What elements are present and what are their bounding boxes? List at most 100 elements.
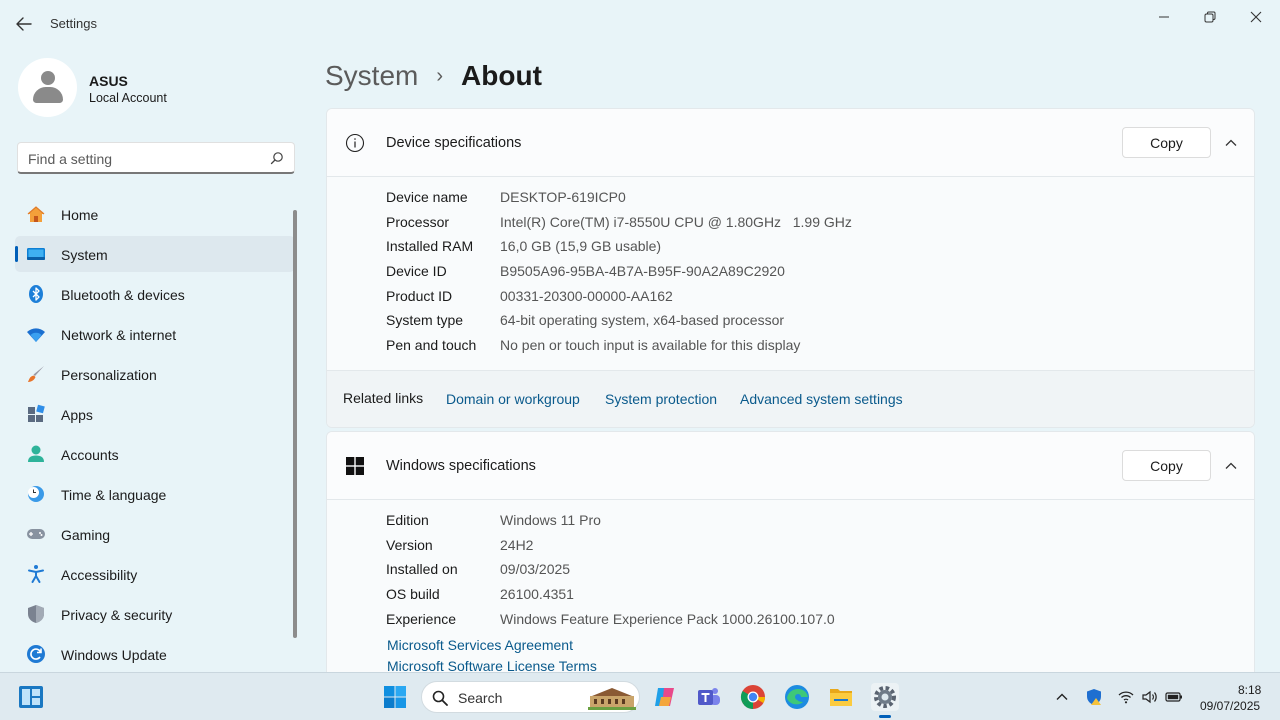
volume-icon[interactable] (1141, 688, 1159, 706)
sidebar-item-privacy[interactable]: Privacy & security (15, 596, 295, 632)
system-protection-link[interactable]: System protection (605, 391, 717, 407)
battery-icon[interactable] (1165, 688, 1183, 706)
bluetooth-icon (29, 285, 43, 303)
windows-specs-card: Windows specifications Copy Edition Wind… (326, 431, 1255, 673)
clock-globe-icon (28, 486, 44, 502)
advanced-system-settings-link[interactable]: Advanced system settings (740, 391, 903, 407)
sidebar-item-label: Personalization (61, 367, 157, 383)
accounts-icon (28, 445, 44, 462)
microsoft-license-terms-link[interactable]: Microsoft Software License Terms (387, 658, 597, 673)
spec-label: Installed on (386, 561, 458, 577)
settings-icon[interactable] (871, 683, 899, 718)
shield-icon (28, 605, 44, 623)
sidebar-item-personalization[interactable]: Personalization (15, 356, 295, 392)
sidebar-item-accounts[interactable]: Accounts (15, 436, 295, 472)
apps-icon (28, 404, 45, 422)
breadcrumb: System › About (325, 56, 542, 96)
sidebar-item-network[interactable]: Network & internet (15, 316, 295, 352)
chevron-up-icon[interactable] (1223, 458, 1239, 474)
taskbar: Search 8:18 09/07/2025 (0, 672, 1280, 720)
spec-label: Device name (386, 189, 468, 205)
microsoft-services-agreement-link[interactable]: Microsoft Services Agreement (387, 637, 573, 653)
device-specs-header[interactable]: Device specifications Copy (327, 109, 1254, 177)
chevron-up-icon[interactable] (1223, 135, 1239, 151)
widgets-icon[interactable] (18, 685, 44, 709)
spec-label: Experience (386, 611, 457, 627)
close-button[interactable] (1236, 6, 1276, 28)
home-icon (27, 206, 45, 222)
spec-value: 24H2 (500, 537, 534, 553)
spec-label: Device ID (386, 263, 447, 279)
back-arrow-icon[interactable] (12, 10, 36, 38)
windows-specs-header[interactable]: Windows specifications Copy (327, 432, 1254, 500)
search-icon (432, 690, 448, 706)
sidebar-item-label: System (61, 247, 108, 263)
sidebar-item-label: Accounts (61, 447, 119, 463)
sidebar-item-time-language[interactable]: Time & language (15, 476, 295, 512)
restore-button[interactable] (1190, 6, 1230, 28)
sidebar-item-label: Gaming (61, 527, 111, 543)
wifi-icon (27, 328, 45, 342)
sidebar-item-accessibility[interactable]: Accessibility (15, 556, 295, 592)
file-explorer-icon[interactable] (827, 683, 855, 711)
clock-date[interactable]: 09/07/2025 (1200, 699, 1260, 713)
breadcrumb-parent[interactable]: System (325, 60, 418, 92)
clock-time[interactable]: 8:18 (1238, 683, 1261, 697)
spec-value: 26100.4351 (500, 586, 574, 602)
chevron-up-icon[interactable] (1053, 688, 1071, 706)
breadcrumb-chevron-icon: › (436, 64, 444, 87)
user-icon (32, 70, 63, 105)
brush-icon (28, 366, 44, 382)
sidebar-item-apps[interactable]: Apps (15, 396, 295, 432)
sidebar-item-gaming[interactable]: Gaming (15, 516, 295, 552)
spec-label: Version (386, 537, 433, 553)
sidebar-item-home[interactable]: Home (15, 196, 295, 232)
sidebar-item-label: Time & language (61, 487, 167, 503)
sidebar-item-windows-update[interactable]: Windows Update (15, 636, 295, 672)
sidebar-item-bluetooth[interactable]: Bluetooth & devices (15, 276, 295, 312)
minimize-button[interactable] (1144, 6, 1184, 28)
info-icon (345, 133, 365, 153)
teams-icon[interactable] (695, 683, 723, 711)
windows-specs-copy-button[interactable]: Copy (1122, 450, 1211, 481)
search-highlight-image (588, 688, 636, 710)
sidebar-item-label: Accessibility (61, 567, 138, 583)
sidebar-item-system[interactable]: System (15, 236, 295, 272)
spec-label: Pen and touch (386, 337, 477, 353)
device-specs-card: Device specifications Copy Device name D… (326, 108, 1255, 428)
spec-label: Installed RAM (386, 238, 474, 254)
taskbar-search-label: Search (458, 690, 503, 706)
spec-value: 00331-20300-00000-AA162 (500, 288, 673, 304)
spec-label: System type (386, 312, 464, 328)
spec-value: 16,0 GB (15,9 GB usable) (500, 238, 662, 254)
sidebar-item-label: Apps (61, 407, 93, 423)
wifi-icon[interactable] (1117, 688, 1135, 706)
windows-specs-title: Windows specifications (386, 458, 536, 474)
sidebar-nav: Home System Bluetooth & devices Network … (15, 196, 295, 676)
search-placeholder: Find a setting (28, 151, 113, 167)
taskbar-search-box[interactable]: Search (421, 681, 640, 713)
related-links-title: Related links (343, 390, 424, 406)
spec-value: Intel(R) Core(TM) i7-8550U CPU @ 1.80GHz… (500, 214, 852, 230)
windows-logo-icon (346, 457, 364, 475)
edge-icon[interactable] (783, 683, 811, 711)
copilot-icon[interactable] (651, 683, 679, 711)
spec-value: B9505A96-95BA-4B7A-B95F-90A2A89C2920 (500, 263, 785, 279)
related-links-bar: Related links Domain or workgroup System… (327, 370, 1254, 427)
spec-label: Edition (386, 512, 429, 528)
update-icon (27, 645, 45, 663)
spec-value: Windows 11 Pro (500, 512, 601, 528)
sidebar-item-label: Home (61, 207, 99, 223)
search-input[interactable]: Find a setting (17, 142, 295, 174)
start-icon[interactable] (383, 685, 407, 709)
sidebar-scrollbar[interactable] (293, 210, 297, 638)
chrome-icon[interactable] (739, 683, 767, 711)
spec-label: Processor (386, 214, 450, 230)
domain-workgroup-link[interactable]: Domain or workgroup (446, 391, 580, 407)
gamepad-icon (27, 529, 45, 539)
device-specs-copy-button[interactable]: Copy (1122, 127, 1211, 158)
user-name: ASUS (89, 73, 128, 89)
title-bar: Settings (0, 0, 1280, 48)
spec-value: Windows Feature Experience Pack 1000.261… (500, 611, 835, 627)
defender-icon[interactable] (1085, 688, 1103, 706)
